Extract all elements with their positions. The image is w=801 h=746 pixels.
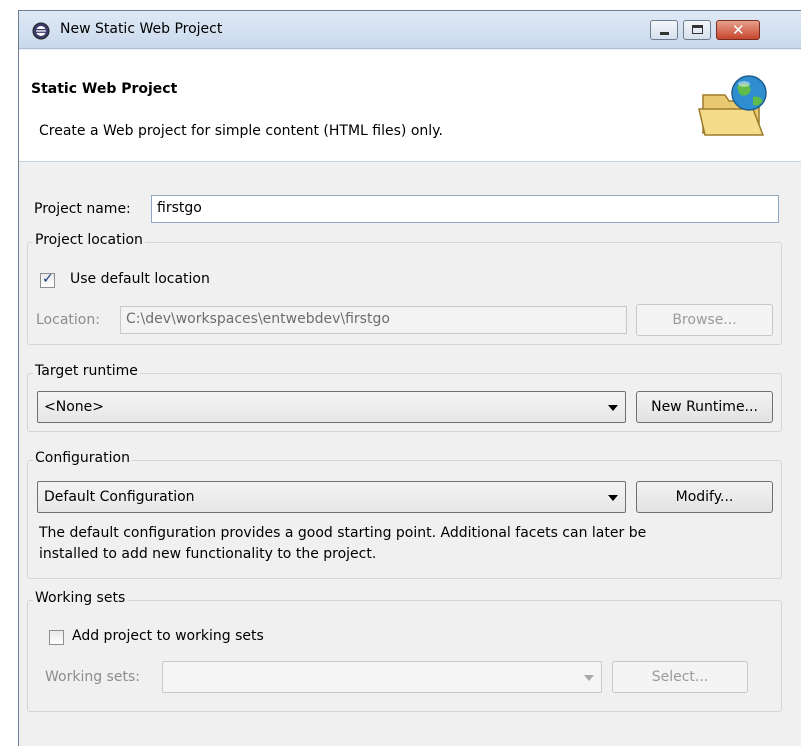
project-name-input[interactable]: firstgo — [151, 195, 779, 223]
chevron-down-icon — [608, 495, 618, 501]
page-title: Static Web Project — [31, 81, 178, 97]
working-sets-select[interactable] — [162, 661, 602, 693]
use-default-location-label: Use default location — [70, 271, 210, 287]
project-name-label: Project name: — [34, 201, 131, 217]
target-runtime-title: Target runtime — [33, 363, 140, 379]
browse-button[interactable]: Browse... — [636, 304, 773, 336]
wizard-banner: Static Web Project Create a Web project … — [19, 50, 801, 162]
configuration-description-line1: The default configuration provides a goo… — [39, 525, 647, 541]
working-sets-title: Working sets — [33, 590, 128, 606]
wizard-body: Project name: firstgo Project location ✓… — [19, 163, 801, 746]
dialog-window: New Static Web Project ✕ Static Web Proj… — [18, 10, 801, 746]
window-title: New Static Web Project — [60, 21, 223, 37]
working-sets-label: Working sets: — [45, 669, 140, 685]
working-sets-group — [27, 600, 782, 712]
select-working-sets-button[interactable]: Select... — [612, 661, 748, 693]
maximize-button[interactable] — [683, 20, 711, 40]
web-project-folder-icon — [697, 71, 771, 145]
use-default-location-checkbox[interactable]: ✓ — [40, 271, 55, 288]
configuration-title: Configuration — [33, 450, 132, 466]
page-description: Create a Web project for simple content … — [39, 123, 443, 139]
configuration-description-line2: installed to add new functionality to th… — [39, 546, 377, 562]
project-location-title: Project location — [33, 232, 145, 248]
new-runtime-button[interactable]: New Runtime... — [636, 391, 773, 423]
chevron-down-icon — [608, 405, 618, 411]
chevron-down-icon — [584, 675, 594, 681]
target-runtime-value: <None> — [44, 399, 104, 415]
eclipse-icon — [32, 22, 50, 40]
location-label: Location: — [36, 312, 100, 328]
checkmark-icon: ✓ — [42, 271, 54, 287]
target-runtime-select[interactable]: <None> — [37, 391, 626, 423]
configuration-value: Default Configuration — [44, 489, 195, 505]
add-to-working-sets-label: Add project to working sets — [72, 628, 264, 644]
modify-button[interactable]: Modify... — [636, 481, 773, 513]
title-bar: New Static Web Project ✕ — [19, 11, 801, 49]
minimize-button[interactable] — [650, 20, 678, 40]
location-input[interactable]: C:\dev\workspaces\entwebdev\firstgo — [120, 306, 627, 334]
configuration-select[interactable]: Default Configuration — [37, 481, 626, 513]
close-button[interactable]: ✕ — [716, 20, 760, 40]
add-to-working-sets-checkbox[interactable] — [49, 630, 64, 645]
close-icon: ✕ — [732, 21, 745, 39]
